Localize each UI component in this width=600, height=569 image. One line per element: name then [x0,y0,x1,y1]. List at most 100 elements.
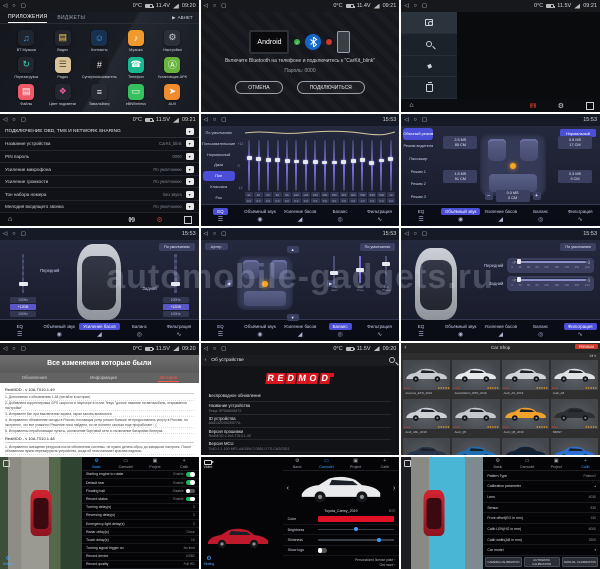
filter-slider[interactable]: ◁×◁)0406080100150200250(Hz) [507,276,594,291]
eq-band-slider[interactable] [320,140,329,191]
svs-tab-camodel[interactable]: ▭Camodel [312,457,341,470]
apps-icon[interactable] [586,103,592,109]
audio-tab[interactable]: EQ☰ [401,205,441,226]
calib-setting-row[interactable]: Calib width(AB in mm)3300 [483,535,600,546]
dropdown-button[interactable]: ▾ [186,178,194,185]
car-card[interactable]: Free★★★★★AstonMartin_DBS_2019 [452,360,499,397]
minus-button[interactable]: − [485,192,493,200]
audio-tab[interactable]: EQ☰ [0,320,40,341]
svs-tab-project[interactable]: ▣Project [542,457,571,470]
search-tab[interactable] [401,34,457,56]
nav-circle-icon[interactable]: ○ [12,117,15,123]
nav-circle-icon[interactable]: ○ [213,3,216,9]
svs-setting-row[interactable]: Radar delay(s)Close [82,528,199,536]
license-plate-link[interactable]: Personalized license plate › [355,558,395,562]
surround-mode[interactable]: Режим 2 [403,178,433,190]
nav-circle-icon[interactable]: ○ [414,3,417,9]
default-button[interactable]: По умолчанию [360,243,396,251]
audio-tab[interactable]: Усиление басов◢ [79,320,120,341]
sub-slider[interactable]: Sub Freq [355,256,365,290]
sub-slider-knob[interactable] [330,271,338,275]
eq-band-knob[interactable] [332,161,337,165]
settings-row[interactable]: Мелодия входящего звонкаПо умолчанию▾ [0,201,199,214]
home-icon[interactable]: ⌂ [409,102,413,109]
sub-slider-knob[interactable] [356,268,364,272]
listening-position-dot[interactable] [510,163,516,169]
eq-band-slider[interactable] [358,140,367,191]
app-tile[interactable]: ➤AUX [154,81,191,108]
toggle-switch[interactable] [186,472,195,477]
app-tile[interactable]: ▤Видео [45,27,82,54]
eq-band-knob[interactable] [369,161,374,165]
changelog-tab[interactable]: Обновления [20,374,49,381]
svs-tab-basic[interactable]: ⚙Basic [82,457,111,470]
model-slider[interactable] [318,539,395,541]
app-tile[interactable]: ♪Музыка [118,27,155,54]
settings-row[interactable]: Тон набора номераБез звука▾ [0,188,199,201]
eq-band-knob[interactable] [256,157,261,161]
eq-band-knob[interactable] [322,161,327,165]
car-card[interactable]: Free★★★★★ [551,438,598,455]
nav-back-icon[interactable]: ◁ [204,117,208,123]
model-setting-row[interactable]: Color [283,515,400,525]
svs-setting-row[interactable]: Emergency light delay(s)3 [82,520,199,528]
settings-row[interactable]: Название устройстваCarKit_blink▾ [0,138,199,151]
svs-setting-row[interactable]: Record qualityFull HD [82,561,199,569]
eq-band-knob[interactable] [266,158,271,162]
nav-back-icon[interactable]: ◁ [204,3,208,9]
nav-square-icon[interactable]: ▢ [221,117,226,123]
app-tile[interactable]: ☰Радио [45,54,82,81]
eq-band-slider[interactable] [254,140,263,191]
calib-setting-row[interactable]: Lens4030 [483,492,600,503]
calibration-button[interactable]: CAMERA CALIBRATION [485,557,521,567]
calib-setting-row[interactable]: Car model▾ [483,545,600,556]
nav-back-icon[interactable]: ◁ [404,117,408,123]
app-tile[interactable]: #Суперпользователь [81,54,118,81]
surround-mode[interactable]: Режим водителя [403,141,433,153]
eq-band-slider[interactable] [329,140,338,191]
setting-button[interactable]: ⚙Setting [204,555,215,566]
arrow-left-button[interactable]: ◀ [225,280,233,287]
center-button[interactable]: Центр [205,243,228,250]
svs-setting-row[interactable]: Touch delay(s)10 [82,536,199,544]
eq-band-slider[interactable] [264,140,273,191]
calibration-button[interactable]: AUTOMATIC CALIBRATION [524,557,560,567]
slider-knob[interactable] [354,527,358,531]
audio-tab[interactable]: Фильтрация∿ [360,320,400,341]
audio-tab[interactable]: Баланс◎ [521,320,561,341]
rear-bass-slider[interactable] [169,254,183,292]
calib-setting-row[interactable]: Calibration parameter▴ [483,481,600,492]
svs-setting-row[interactable]: Default rearEnable [82,479,199,487]
eq-band-slider[interactable] [348,140,357,191]
delay-rear-left[interactable]: 1.5 MS51 CM [443,170,477,183]
app-tile[interactable]: ▤Файлы [8,81,45,108]
nav-square-icon[interactable]: ▢ [221,231,226,237]
car-card[interactable]: Free★★★★★Aventus_ETR_2022 [403,360,450,397]
car-card[interactable]: Free★★★★★ [403,438,450,455]
app-tile[interactable]: ↻Перезагрузка [8,54,45,81]
eq-band-knob[interactable] [294,160,299,164]
app-tile[interactable]: ⚙Настройки [154,27,191,54]
calib-setting-row[interactable]: Calib LEN(HG in mm)6000 [483,524,600,535]
default-button[interactable]: По умолчанию [560,243,596,251]
eq-band-slider[interactable] [245,140,254,191]
model-slider[interactable] [318,529,395,531]
eq-band-knob[interactable] [388,157,393,161]
arrow-up-button[interactable]: ▲ [287,246,299,253]
view-icon[interactable] [3,460,10,467]
app-tile[interactable]: ▭eBtWireless [118,81,155,108]
eq-band-knob[interactable] [303,160,308,164]
dropdown-button[interactable]: ▾ [186,128,194,135]
nav-back-icon[interactable]: ◁ [404,231,408,237]
filter-slider[interactable]: ◁×◁)0406080100150200250(Hz) [507,258,594,273]
svs-tab-calib[interactable]: +Calib [571,457,600,470]
audio-tab[interactable]: Усиление басов◢ [480,320,521,341]
audio-tab[interactable]: Фильтрация∿ [561,320,600,341]
nav-square-icon[interactable]: ▢ [221,3,226,9]
sub-slider-knob[interactable] [382,262,390,266]
nav-square-icon[interactable]: ▢ [422,3,427,9]
surround-mode[interactable]: Пассажир [403,153,433,165]
slider-knob[interactable] [377,538,381,542]
color-swatch[interactable] [318,516,395,522]
sub-slider[interactable]: Sub Phase [381,256,391,290]
